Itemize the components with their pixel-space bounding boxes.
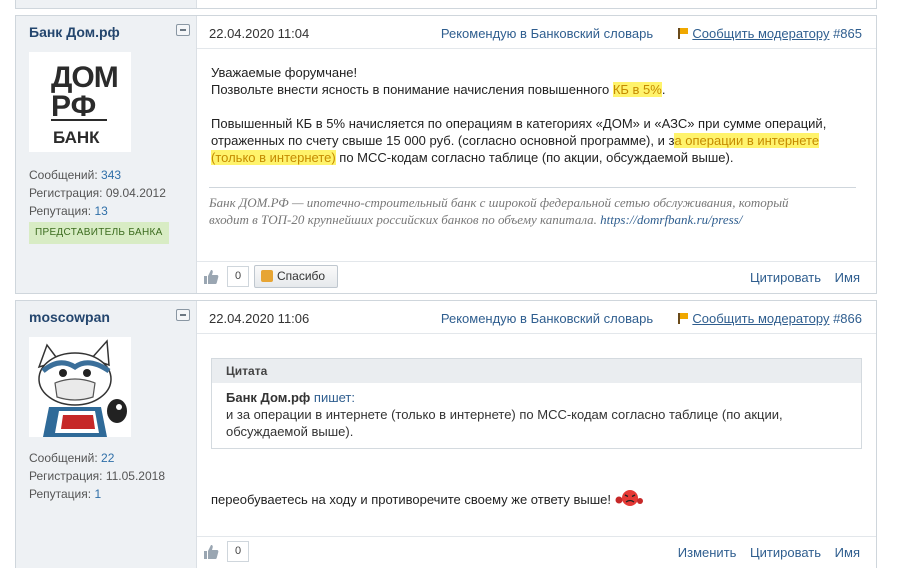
signature-link[interactable]: https://domrfbank.ru/press/ [600, 212, 742, 227]
angry-smiley-icon [615, 490, 643, 506]
reputation-value[interactable]: 1 [94, 487, 101, 501]
reputation-label: Репутация: [29, 204, 92, 218]
collapse-icon[interactable] [176, 309, 190, 321]
recommend-link[interactable]: Рекомендую в Банковский словарь [441, 311, 653, 326]
registration-date: 11.05.2018 [105, 469, 165, 483]
reputation-label: Репутация: [29, 487, 92, 501]
registration-date: 09.04.2012 [105, 186, 166, 200]
body-text: по МСС-кодам согласно таблице (по акции,… [335, 150, 734, 165]
highlighted-text: (только в интернете) [211, 150, 336, 165]
post-number-link[interactable]: #866 [833, 311, 862, 326]
avatar: ДОМ РФ БАНК [29, 52, 131, 152]
thanks-label: Спасибо [277, 269, 326, 283]
signature-text: входит в ТОП-20 крупнейших российских ба… [209, 212, 601, 227]
post-author-sidebar: Банк Дом.рф ДОМ РФ БАНК Сообщений: 343 Р… [16, 16, 197, 293]
messages-count[interactable]: 343 [101, 168, 121, 182]
post-footer: 0 Изменить Цитировать Имя [197, 536, 876, 568]
quote-header: Цитата [212, 359, 861, 383]
highlighted-text: КБ в 5% [612, 82, 662, 97]
registration-label: Регистрация: [29, 186, 103, 200]
quote-button[interactable]: Цитировать [750, 270, 821, 285]
messages-count[interactable]: 22 [101, 451, 114, 465]
previous-post-fragment [15, 0, 877, 9]
body-text: . [661, 82, 666, 97]
quote-text: обсуждаемой выше). [226, 424, 354, 439]
post-header: 22.04.2020 11:04 Рекомендую в Банковский… [197, 16, 876, 49]
quote-button[interactable]: Цитировать [750, 545, 821, 560]
quote-block: Цитата Банк Дом.рф пишет: и за операции … [211, 358, 862, 449]
body-text: Позвольте внести ясность в понимание нач… [211, 82, 613, 97]
recommend-link[interactable]: Рекомендую в Банковский словарь [441, 26, 653, 41]
body-text: отраженных по счету свыше 15 000 руб. (с… [211, 133, 675, 148]
post-number-link[interactable]: #865 [833, 26, 862, 41]
post-body: Уважаемые форумчане! Позвольте внести яс… [211, 64, 862, 166]
report-flag-icon [678, 28, 689, 39]
bank-representative-badge: ПРЕДСТАВИТЕЛЬ БАНКА [29, 222, 169, 244]
messages-label: Сообщений: [29, 168, 98, 182]
forum-post: Банк Дом.рф ДОМ РФ БАНК Сообщений: 343 Р… [15, 15, 877, 294]
author-name[interactable]: moscowpan [29, 309, 110, 325]
quote-author: Банк Дом.рф [226, 390, 311, 405]
svg-text:БАНК: БАНК [53, 128, 100, 147]
report-flag-icon [678, 313, 689, 324]
post-author-sidebar: moscowpan Сообщений: 22 Регистрация: 11.… [16, 301, 197, 568]
name-button[interactable]: Имя [835, 270, 860, 285]
author-stats: Сообщений: 343 Регистрация: 09.04.2012 Р… [29, 166, 169, 244]
post-body: переобуваетесь на ходу и противоречите с… [211, 489, 862, 508]
messages-label: Сообщений: [29, 451, 98, 465]
report-moderator-link[interactable]: Сообщить модератору [692, 311, 829, 326]
thumbs-up-icon[interactable] [203, 544, 219, 560]
signature: Банк ДОМ.РФ — ипотечно-строительный банк… [209, 187, 856, 228]
edit-button[interactable]: Изменить [678, 545, 737, 560]
forum-post: moscowpan Сообщений: 22 Регистрация: 11.… [15, 300, 877, 568]
registration-label: Регистрация: [29, 469, 103, 483]
like-count: 0 [227, 541, 249, 562]
name-button[interactable]: Имя [835, 545, 860, 560]
domrf-logo: ДОМ РФ БАНК [51, 61, 119, 147]
svg-text:РФ: РФ [51, 90, 96, 123]
highlighted-text: а операции в интернете [674, 133, 820, 148]
post-header: 22.04.2020 11:06 Рекомендую в Банковский… [197, 301, 876, 334]
thanks-button[interactable]: Спасибо [254, 265, 339, 288]
quote-text: и за операции в интернете (только в инте… [226, 407, 783, 422]
post-footer: 0 Спасибо Цитировать Имя [197, 261, 876, 293]
post-date: 22.04.2020 11:06 [209, 311, 310, 326]
author-stats: Сообщений: 22 Регистрация: 11.05.2018 Ре… [29, 449, 165, 503]
collapse-icon[interactable] [176, 24, 190, 36]
reputation-value[interactable]: 13 [94, 204, 107, 218]
thanks-icon [261, 270, 273, 282]
thumbs-up-icon[interactable] [203, 269, 219, 285]
avatar [29, 337, 131, 437]
post-date: 22.04.2020 11:04 [209, 26, 310, 41]
signature-text: Банк ДОМ.РФ — ипотечно-строительный банк… [209, 195, 789, 210]
quote-wrote-link[interactable]: пишет: [314, 390, 355, 405]
cat-avatar-image [29, 337, 131, 437]
like-count: 0 [227, 266, 249, 287]
report-moderator-link[interactable]: Сообщить модератору [692, 26, 829, 41]
body-text: Повышенный КБ в 5% начисляется по операц… [211, 116, 827, 131]
reply-text: переобуваетесь на ходу и противоречите с… [211, 492, 611, 507]
author-name[interactable]: Банк Дом.рф [29, 24, 120, 40]
greeting-text: Уважаемые форумчане! [211, 65, 358, 80]
